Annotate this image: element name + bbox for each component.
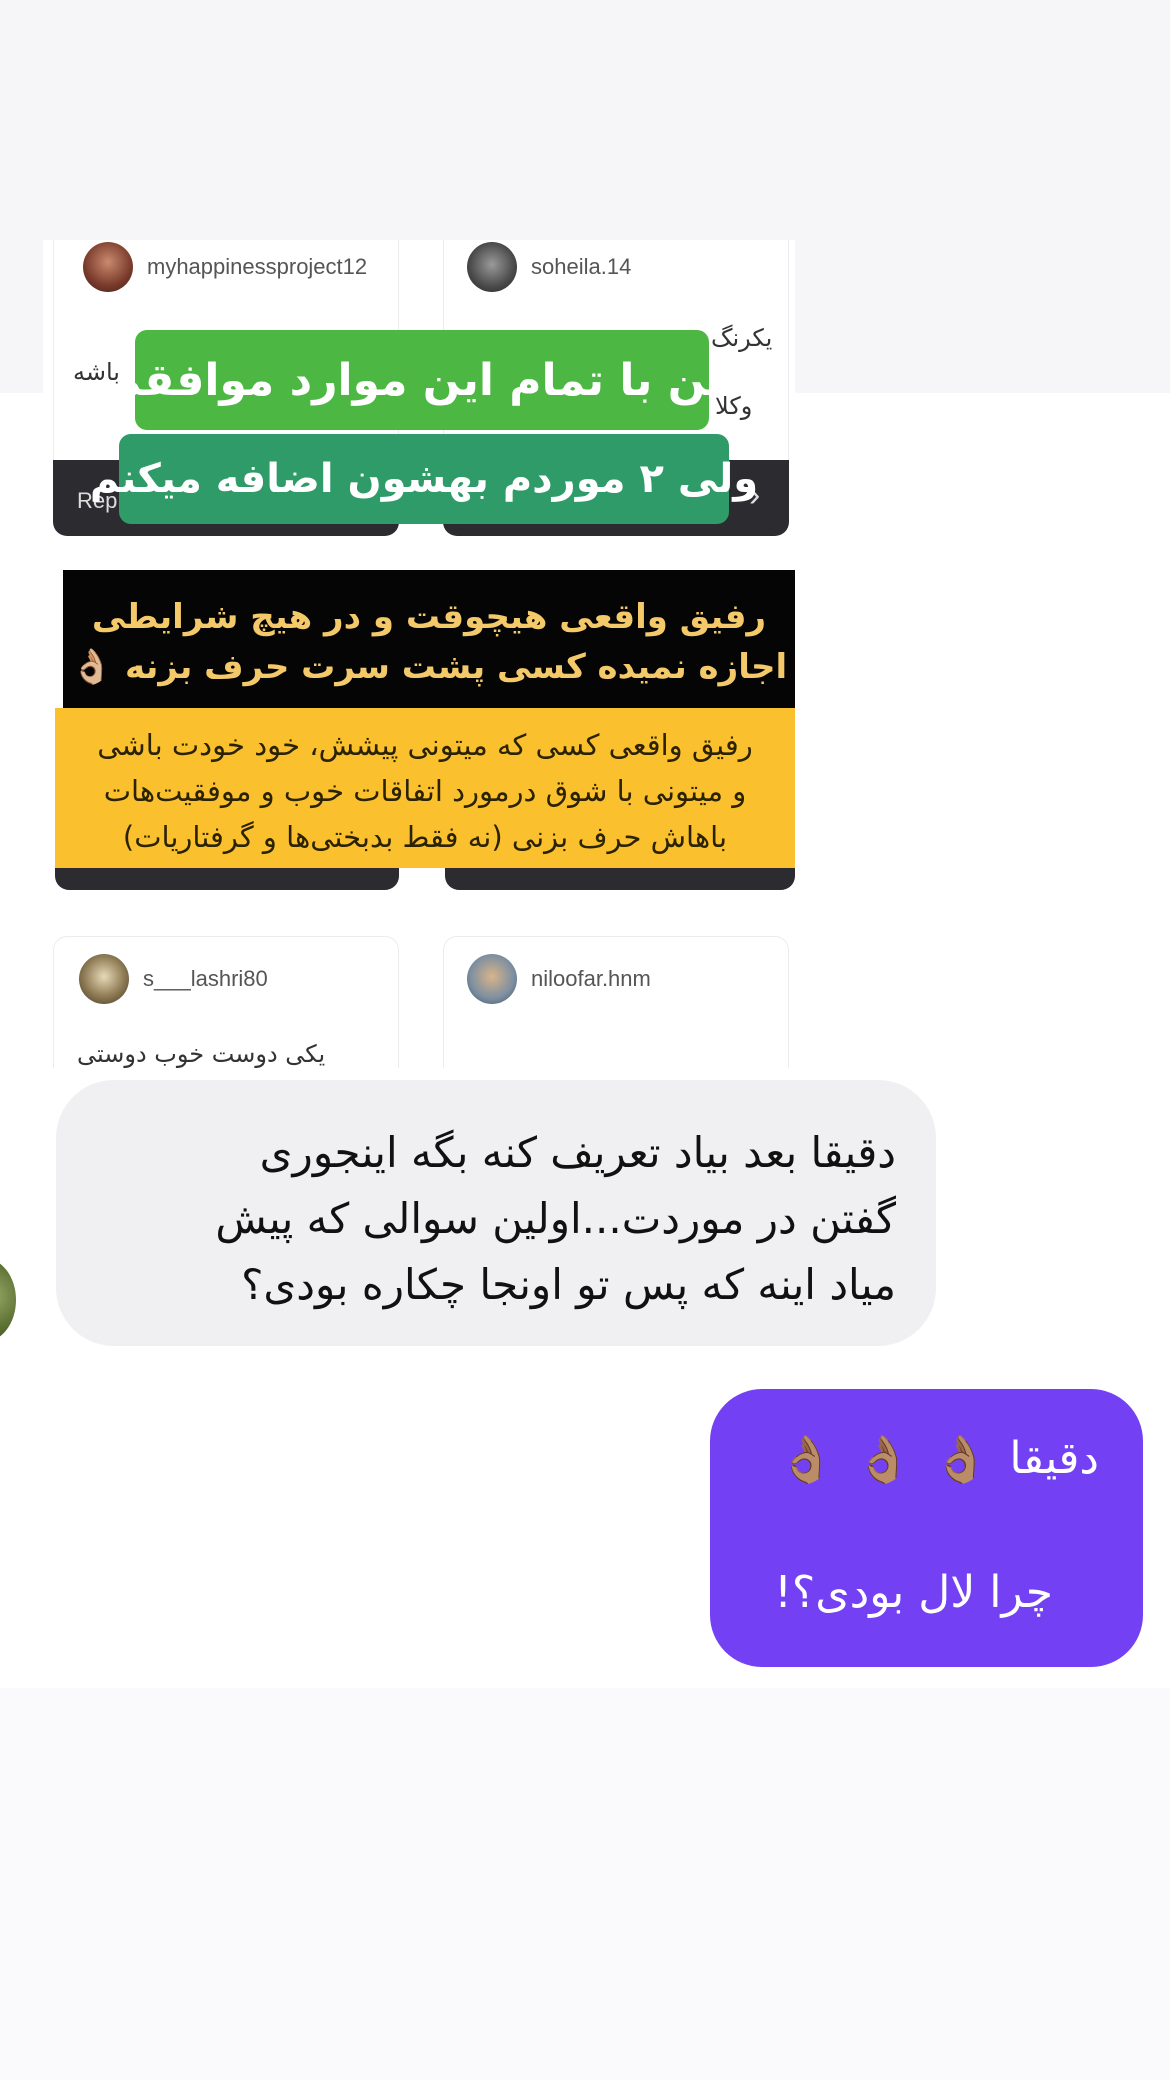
avatar bbox=[79, 954, 129, 1004]
quote-black-box: رفیق واقعی هیچوقت و در هیچ شرایطی اجازه … bbox=[63, 570, 795, 720]
ok-hand-icon: 👌🏽 bbox=[932, 1432, 990, 1486]
ok-hand-icon: 👌🏽 bbox=[777, 1432, 835, 1486]
green-sticker-line2: ولی ۲ موردم بهشون اضافه میکنم bbox=[90, 434, 758, 524]
message-word: دقیقا bbox=[1009, 1433, 1099, 1484]
quote-line: رفیق واقعی هیچوقت و در هیچ شرایطی bbox=[91, 597, 767, 637]
outgoing-message-bubble[interactable]: دقیقا 👌🏽 👌🏽 👌🏽 چرا لال بودی؟! bbox=[710, 1389, 1143, 1667]
quote-line: اجازه نمیده کسی پشت سرت حرف بزنه 👌🏼 bbox=[70, 647, 788, 687]
comment-username: s___lashri80 bbox=[143, 966, 268, 991]
green-sticker-line1: من با تمام این موارد موافقم bbox=[109, 330, 735, 430]
avatar bbox=[83, 242, 133, 292]
quote-line: و میتونی با شوق درمورد اتفاقات خوب و موف… bbox=[103, 774, 747, 808]
comment-username: myhappinessproject12 bbox=[147, 254, 368, 279]
comment-username: niloofar.hnm bbox=[531, 966, 651, 991]
card-footer-strip bbox=[445, 868, 795, 890]
avatar bbox=[467, 242, 517, 292]
message-line: میاد اینه که پس تو اونجا چکاره بودی؟ bbox=[241, 1260, 896, 1309]
outgoing-message-line: چرا لال بودی؟! bbox=[774, 1567, 1053, 1618]
avatar bbox=[467, 954, 517, 1004]
incoming-message-bubble[interactable]: دقیقا بعد بیاد تعریف کنه بگه اینجوری گفت… bbox=[56, 1080, 936, 1346]
sender-avatar[interactable] bbox=[0, 1258, 16, 1342]
shared-image-attachment[interactable]: myhappinessproject12 باشه Rep soheila.14… bbox=[43, 240, 795, 1068]
card-footer-strip bbox=[55, 868, 399, 890]
comment-text: یکرنگ bbox=[711, 324, 773, 352]
comment-card-user: niloofar.hnm bbox=[467, 954, 651, 1004]
message-line: دقیقا بعد بیاد تعریف کنه بگه اینجوری bbox=[259, 1128, 896, 1177]
comment-text: یکی دوست خوب دوستی bbox=[77, 1040, 326, 1068]
quote-line: باهاش حرف بزنی (نه فقط بدبختی‌ها و گرفتا… bbox=[122, 820, 728, 854]
bottom-background bbox=[0, 1688, 1170, 2080]
quote-line: رفیق واقعی کسی که میتونی پیشش، خود خودت … bbox=[97, 728, 753, 762]
incoming-message-text: دقیقا بعد بیاد تعریف کنه بگه اینجوری گفت… bbox=[96, 1120, 896, 1318]
comment-card-user: s___lashri80 bbox=[79, 954, 268, 1004]
quote-yellow-box: رفیق واقعی کسی که میتونی پیشش، خود خودت … bbox=[55, 708, 795, 868]
comment-card-user: soheila.14 bbox=[467, 242, 631, 292]
comment-username: soheila.14 bbox=[531, 254, 632, 279]
comment-card-user: myhappinessproject12 bbox=[83, 242, 367, 292]
message-line: گفتن در موردت...اولین سوالی که پیش bbox=[215, 1194, 896, 1243]
ok-hand-icon: 👌🏽 bbox=[854, 1432, 913, 1486]
outgoing-message-line: دقیقا 👌🏽 👌🏽 👌🏽 bbox=[778, 1429, 1099, 1489]
